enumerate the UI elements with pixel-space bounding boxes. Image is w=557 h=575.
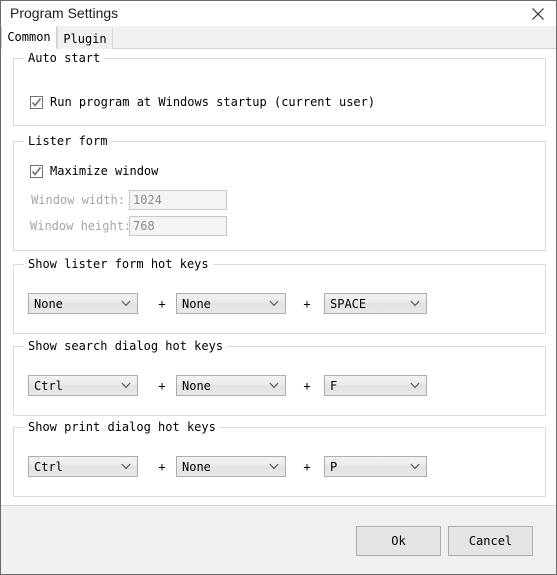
- lister-hotkey-plus-1: +: [158, 297, 166, 311]
- search-hotkey-modifier1-dropdown[interactable]: Ctrl: [28, 375, 138, 396]
- checkbox-run-at-startup[interactable]: Run program at Windows startup (current …: [30, 95, 375, 109]
- print-hotkey-modifier2-value: None: [182, 459, 211, 474]
- checkmark-icon: [30, 95, 43, 109]
- chevron-down-icon: [121, 294, 131, 313]
- title-bar: Program Settings: [1, 1, 556, 27]
- lister-hotkey-modifier1-dropdown[interactable]: None: [28, 293, 138, 314]
- dialog-footer: Ok Cancel: [1, 505, 556, 574]
- lister-hotkey-key-value: SPACE: [330, 296, 367, 311]
- group-search-hotkeys: Show search dialog hot keys Ctrl + None: [13, 339, 546, 416]
- search-hotkey-plus-1: +: [158, 379, 166, 393]
- search-hotkey-plus-2: +: [303, 379, 311, 393]
- print-hotkey-modifier2-dropdown[interactable]: None: [176, 456, 286, 477]
- search-hotkey-key-value: F: [330, 378, 338, 393]
- field-window-height: Window height: 768: [30, 216, 227, 236]
- lister-hotkey-modifier2-dropdown[interactable]: None: [176, 293, 286, 314]
- lister-hotkey-modifier2-value: None: [182, 296, 211, 311]
- group-print-hotkeys-label: Show print dialog hot keys: [24, 420, 220, 434]
- search-hotkey-modifier2-value: None: [182, 378, 211, 393]
- tab-strip: Common Plugin: [1, 26, 556, 50]
- field-window-width: Window width: 1024: [30, 190, 227, 210]
- chevron-down-icon: [410, 457, 420, 476]
- settings-content: Auto start Run program at Windows startu…: [1, 49, 556, 505]
- print-hotkey-plus-2: +: [303, 460, 311, 474]
- tab-common[interactable]: Common: [1, 26, 57, 49]
- checkbox-maximize-window-label: Maximize window: [50, 164, 159, 178]
- print-hotkey-modifier1-value: Ctrl: [34, 459, 63, 474]
- field-window-width-label: Window width:: [31, 193, 125, 207]
- group-lister-hotkeys: Show lister form hot keys None + None + …: [13, 257, 546, 334]
- chevron-down-icon: [269, 376, 279, 395]
- chevron-down-icon: [269, 457, 279, 476]
- print-hotkey-key-dropdown[interactable]: P: [324, 456, 427, 477]
- chevron-down-icon: [121, 457, 131, 476]
- lister-hotkey-modifier1-value: None: [34, 296, 63, 311]
- print-hotkey-key-value: P: [330, 459, 338, 474]
- search-hotkey-key-dropdown[interactable]: F: [324, 375, 427, 396]
- group-lister-form: Lister form Maximize window Window width…: [13, 134, 546, 251]
- group-print-hotkeys: Show print dialog hot keys Ctrl + None +…: [13, 420, 546, 497]
- print-hotkey-modifier1-dropdown[interactable]: Ctrl: [28, 456, 138, 477]
- group-lister-hotkeys-label: Show lister form hot keys: [24, 257, 213, 271]
- tab-plugin[interactable]: Plugin: [57, 28, 113, 50]
- field-window-height-label: Window height:: [30, 219, 132, 233]
- chevron-down-icon: [121, 376, 131, 395]
- group-auto-start-label: Auto start: [24, 51, 105, 65]
- chevron-down-icon: [410, 294, 420, 313]
- group-auto-start: Auto start Run program at Windows startu…: [13, 51, 546, 126]
- checkmark-icon: [30, 164, 43, 178]
- print-hotkey-plus-1: +: [158, 460, 166, 474]
- chevron-down-icon: [410, 376, 420, 395]
- ok-button[interactable]: Ok: [356, 526, 441, 556]
- window-height-input[interactable]: 768: [129, 216, 227, 236]
- group-search-hotkeys-label: Show search dialog hot keys: [24, 339, 228, 353]
- group-lister-form-label: Lister form: [24, 134, 112, 148]
- program-settings-window: Program Settings Common Plugin Auto star…: [0, 0, 557, 575]
- lister-hotkey-key-dropdown[interactable]: SPACE: [324, 293, 427, 314]
- checkbox-run-at-startup-label: Run program at Windows startup (current …: [50, 95, 376, 109]
- cancel-button[interactable]: Cancel: [448, 526, 533, 556]
- window-width-input[interactable]: 1024: [129, 190, 227, 210]
- chevron-down-icon: [269, 294, 279, 313]
- window-title: Program Settings: [10, 5, 119, 21]
- lister-hotkey-plus-2: +: [303, 297, 311, 311]
- close-icon[interactable]: [520, 1, 556, 26]
- search-hotkey-modifier2-dropdown[interactable]: None: [176, 375, 286, 396]
- search-hotkey-modifier1-value: Ctrl: [34, 378, 63, 393]
- checkbox-maximize-window[interactable]: Maximize window: [30, 164, 158, 178]
